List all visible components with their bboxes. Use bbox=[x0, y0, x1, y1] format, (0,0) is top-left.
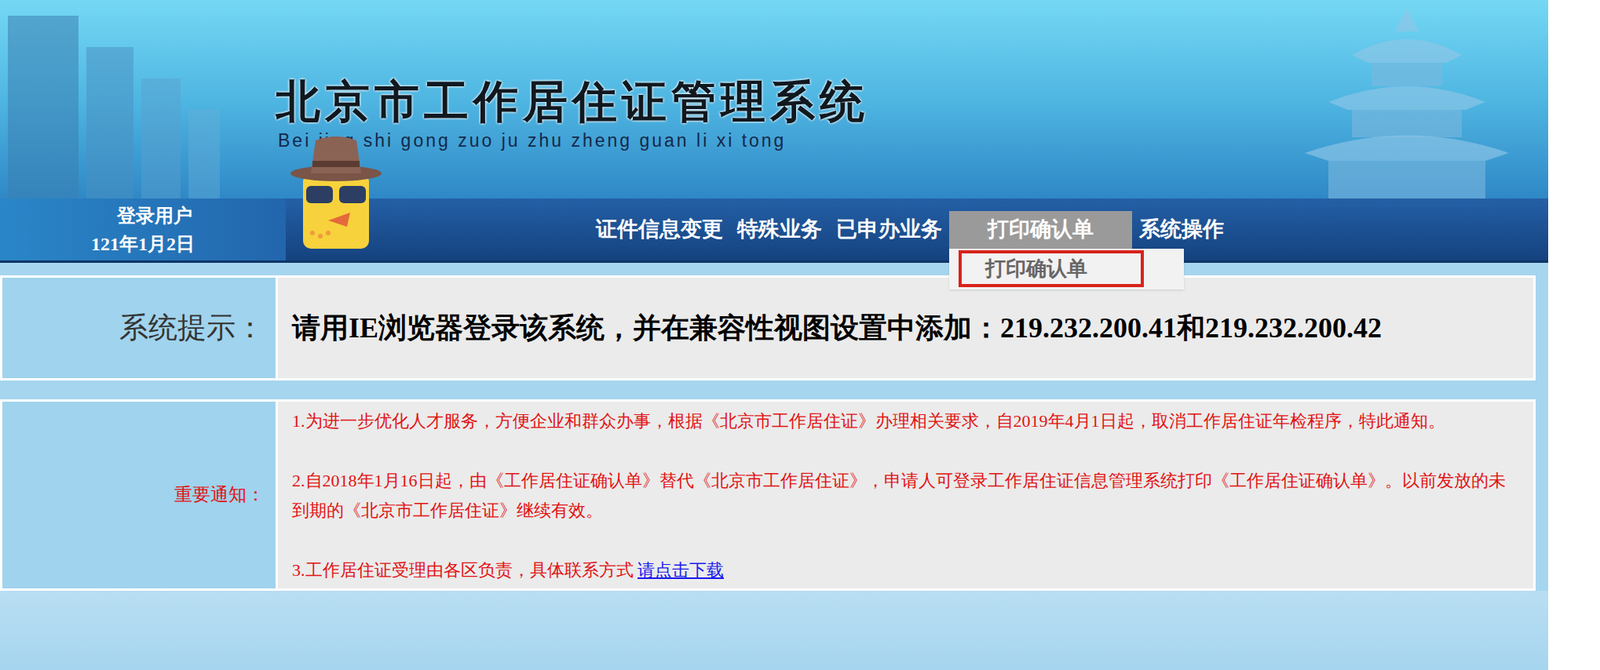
nav-item[interactable]: 系统操作 bbox=[1132, 211, 1232, 249]
nav-item[interactable]: 已申办业务 bbox=[829, 211, 950, 249]
app-frame: 北京市工作居住证管理系统Bei jing shi gong zuo ju zhu… bbox=[0, 0, 1549, 670]
site-title-block: 北京市工作居住证管理系统Bei jing shi gong zuo ju zhu… bbox=[0, 0, 1549, 153]
page: 北京市工作居住证管理系统Bei jing shi gong zuo ju zhu… bbox=[0, 0, 1600, 670]
nav-item[interactable]: 特殊业务 bbox=[730, 211, 830, 249]
notice-box: 重要通知： 1.为进一步优化人才服务，方便企业和群众办事，根据《北京市工作居住证》… bbox=[0, 399, 1536, 592]
user-info: 登录用户121年1月2日 bbox=[0, 198, 286, 261]
banner: 北京市工作居住证管理系统Bei jing shi gong zuo ju zhu… bbox=[0, 0, 1549, 199]
nav-item-wrapper: 已申办业务 bbox=[829, 211, 950, 249]
nav-item[interactable]: 证件信息变更 bbox=[588, 211, 731, 249]
login-date: 121年1月2日 bbox=[91, 230, 195, 259]
skyline-icon bbox=[0, 0, 236, 199]
site-subtitle: Bei jing shi gong zuo ju zhu zheng guan … bbox=[275, 128, 1549, 153]
footer-pattern bbox=[0, 591, 1549, 670]
notice-list: 1.为进一步优化人才服务，方便企业和群众办事，根据《北京市工作居住证》办理相关要… bbox=[277, 401, 1534, 589]
nav-item-wrapper: 打印确认单打印确认单 bbox=[949, 211, 1133, 249]
site-title: 北京市工作居住证管理系统 bbox=[275, 75, 1549, 129]
notice-item: 2.自2018年1月16日起，由《工作居住证确认单》替代《北京市工作居住证》，申… bbox=[292, 466, 1521, 527]
avatar-sticker-icon bbox=[288, 132, 384, 253]
notice-item: 1.为进一步优化人才服务，方便企业和群众办事，根据《北京市工作居住证》办理相关要… bbox=[292, 406, 1521, 437]
notice-label: 重要通知： bbox=[2, 401, 276, 589]
nav-item-wrapper: 特殊业务 bbox=[730, 211, 830, 249]
nav-bar: 登录用户121年1月2日证件信息变更特殊业务已申办业务打印确认单打印确认单系统操… bbox=[0, 198, 1549, 264]
nav-item[interactable]: 打印确认单 bbox=[949, 211, 1133, 249]
dropdown-menu: 打印确认单 bbox=[949, 248, 1184, 290]
system-tip-box: 系统提示：请用IE浏览器登录该系统，并在兼容性视图设置中添加：219.232.2… bbox=[0, 275, 1536, 381]
download-link[interactable]: 请点击下载 bbox=[637, 560, 724, 581]
dropdown-item[interactable]: 打印确认单 bbox=[958, 250, 1144, 288]
notice-item: 3.工作居住证受理由各区负责，具体联系方式 请点击下载 bbox=[292, 555, 1521, 586]
system-tip-label: 系统提示： bbox=[2, 277, 276, 379]
user-label: 登录用户 bbox=[93, 201, 193, 231]
system-tip-text: 请用IE浏览器登录该系统，并在兼容性视图设置中添加：219.232.200.41… bbox=[277, 277, 1534, 379]
temple-icon bbox=[1281, 0, 1533, 199]
nav-menu: 证件信息变更特殊业务已申办业务打印确认单打印确认单系统操作 bbox=[285, 198, 1232, 261]
nav-item-wrapper: 证件信息变更 bbox=[588, 211, 731, 249]
nav-item-wrapper: 系统操作 bbox=[1132, 211, 1232, 249]
